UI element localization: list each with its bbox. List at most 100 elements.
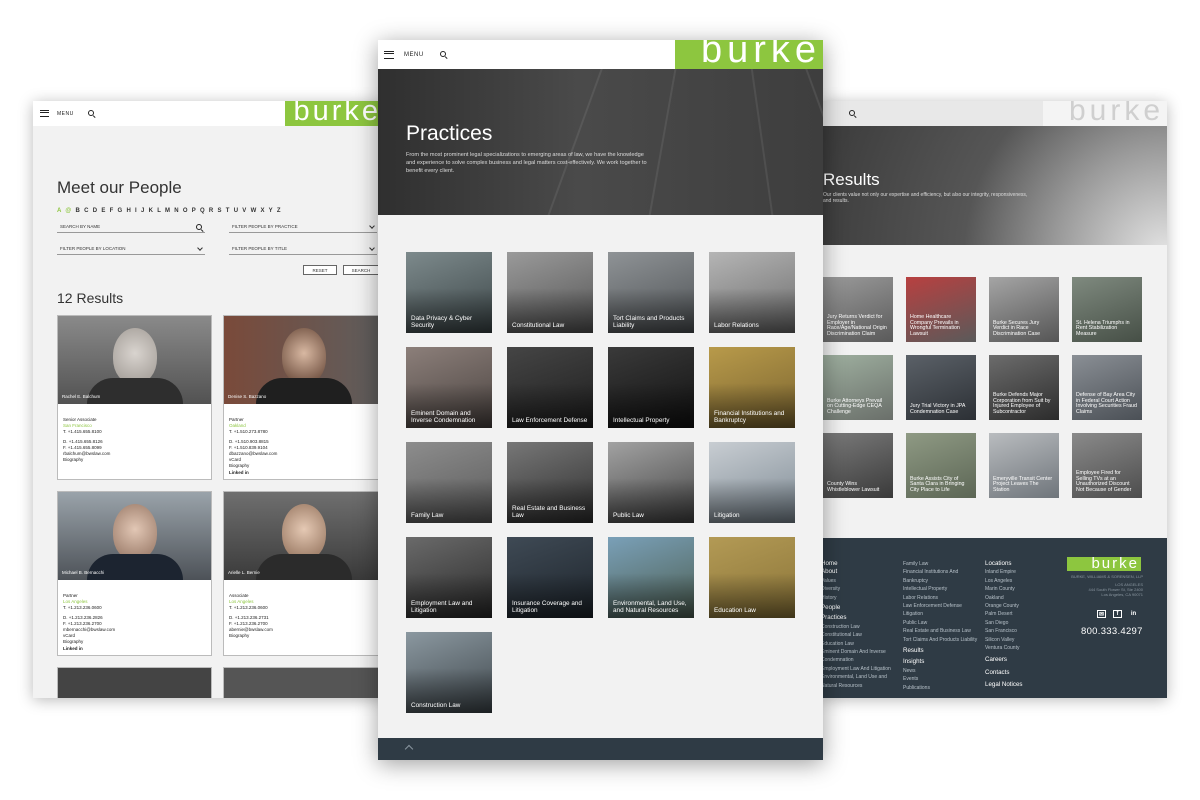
person-name[interactable]: Denise S. Bazzano [228, 394, 266, 399]
footer-location-item[interactable]: Los Angeles [985, 577, 1057, 585]
practice-tile[interactable]: Law Enforcement Defense [507, 347, 593, 428]
practice-tile[interactable]: Labor Relations [709, 252, 795, 333]
person-card[interactable]: Arielle L. Bernie Associate Los Angeles … [223, 491, 385, 656]
result-tile[interactable]: Burke Defends Major Corporation from Sui… [989, 355, 1059, 420]
filter-location-select[interactable]: FILTER PEOPLE BY LOCATION [57, 243, 205, 255]
person-phone-main[interactable]: T. +1.213.236.0600 [63, 605, 115, 611]
linkedin-link[interactable]: Linked in [229, 470, 277, 476]
filter-title-select[interactable]: FILTER PEOPLE BY TITLE [229, 243, 377, 255]
practice-tile[interactable]: Education Law [709, 537, 795, 618]
footer-location-item[interactable]: Silicon Valley [985, 636, 1057, 644]
practice-tile[interactable]: Insurance Coverage and Litigation [507, 537, 593, 618]
filter-practice-select[interactable]: FILTER PEOPLE BY PRACTICE [229, 221, 377, 233]
footer-locations-link[interactable]: Locations [985, 560, 1057, 568]
mail-icon[interactable]: ✉ [1097, 610, 1106, 618]
footer-location-item[interactable]: Oakland [985, 594, 1057, 602]
footer-about-link[interactable]: About [821, 568, 901, 576]
search-button[interactable]: SEARCH [343, 265, 379, 275]
linkedin-icon[interactable]: in [1129, 610, 1138, 618]
practice-tile[interactable]: Constitutional Law [507, 252, 593, 333]
footer-location-item[interactable]: Palm Desert [985, 610, 1057, 618]
menu-label[interactable]: MENU [404, 52, 424, 58]
person-card[interactable]: Rachel E. Balchum Senior Associate San F… [57, 315, 212, 480]
footer-about-item[interactable]: Values [821, 577, 901, 585]
hamburger-icon[interactable] [384, 50, 394, 59]
footer-practice-item[interactable]: Law Enforcement Defense [903, 602, 983, 610]
footer-legal-link[interactable]: Legal Notices [985, 681, 1057, 689]
burke-logo[interactable]: burke [1043, 101, 1167, 126]
result-tile[interactable]: Jury Trial Victory in JPA Condemnation C… [906, 355, 976, 420]
person-bio-link[interactable]: Biography [229, 633, 273, 639]
footer-practice-item[interactable]: Employment Law And Litigation [821, 665, 901, 673]
person-phone-main[interactable]: T. +1.510.273.8780 [229, 429, 277, 435]
footer-practice-item[interactable]: Constitutional Law [821, 631, 901, 639]
menu-label[interactable]: MENU [57, 111, 74, 117]
footer-practice-item[interactable]: Litigation [903, 610, 983, 618]
footer-about-item[interactable]: History [821, 594, 901, 602]
footer-practice-item[interactable]: Labor Relations [903, 594, 983, 602]
search-icon[interactable] [439, 51, 447, 58]
footer-practice-item[interactable]: Financial Institutions And Bankruptcy [903, 568, 983, 585]
footer-location-item[interactable]: Inland Empire [985, 568, 1057, 576]
result-tile[interactable]: County Wins Whistleblower Lawsuit [823, 433, 893, 498]
practice-tile[interactable]: Eminent Domain and Inverse Condemnation [406, 347, 492, 428]
alpha-at[interactable]: @ [65, 208, 72, 214]
footer-people-link[interactable]: People [821, 604, 901, 612]
footer-practices-link[interactable]: Practices [821, 614, 901, 622]
practice-tile[interactable]: Family Law [406, 442, 492, 523]
footer-home-link[interactable]: Home [821, 560, 901, 568]
footer-contacts-link[interactable]: Contacts [985, 669, 1057, 677]
person-phone-main[interactable]: T. +1.213.236.0600 [229, 605, 273, 611]
search-icon[interactable] [87, 110, 95, 117]
search-by-name-input[interactable]: SEARCH BY NAME [57, 221, 205, 233]
practice-tile[interactable]: Employment Law and Litigation [406, 537, 492, 618]
footer-location-item[interactable]: Orange County [985, 602, 1057, 610]
hamburger-icon[interactable] [40, 110, 49, 117]
result-tile[interactable]: Burke Attorneys Prevail on Cutting-Edge … [823, 355, 893, 420]
practice-tile[interactable]: Financial Institutions and Bankruptcy [709, 347, 795, 428]
footer-location-item[interactable]: Ventura County [985, 644, 1057, 652]
practice-tile[interactable]: Data Privacy & Cyber Security [406, 252, 492, 333]
practice-tile[interactable]: Environmental, Land Use, and Natural Res… [608, 537, 694, 618]
person-card[interactable]: Denise S. Bazzano Partner Oakland T. +1.… [223, 315, 385, 480]
practice-tile[interactable]: Tort Claims and Products Liability [608, 252, 694, 333]
footer-practice-item[interactable]: Education Law [821, 640, 901, 648]
footer-phone[interactable]: 800.333.4297 [1081, 626, 1143, 637]
footer-practice-item[interactable]: Intellectual Property [903, 585, 983, 593]
footer-practice-item[interactable]: Construction Law [821, 623, 901, 631]
footer-practice-item[interactable]: Public Law [903, 619, 983, 627]
practice-tile[interactable]: Real Estate and Business Law [507, 442, 593, 523]
person-card[interactable] [57, 667, 212, 698]
practice-tile[interactable]: Intellectual Property [608, 347, 694, 428]
practice-tile[interactable]: Public Law [608, 442, 694, 523]
person-bio-link[interactable]: Biography [63, 457, 110, 463]
footer-logo[interactable]: burke [1067, 556, 1141, 571]
practice-tile[interactable]: Construction Law [406, 632, 492, 713]
burke-logo[interactable]: burke [675, 40, 823, 69]
footer-practice-item[interactable]: Real Estate and Business Law [903, 627, 983, 635]
footer-practice-item[interactable]: Environmental, Land Use and Natural Reso… [821, 673, 901, 690]
person-phone-direct[interactable]: D. +1.213.236.2731 [229, 615, 273, 621]
search-icon[interactable] [849, 110, 856, 117]
footer-practice-item[interactable]: Tort Claims And Products Liability [903, 636, 983, 644]
person-name[interactable]: Rachel E. Balchum [62, 394, 100, 399]
result-tile[interactable]: Emeryville Transit Center Project Leaves… [989, 433, 1059, 498]
linkedin-link[interactable]: Linked in [63, 646, 115, 652]
footer-practice-item[interactable]: Eminent Domain And Inverse Condemnation [821, 648, 901, 665]
search-icon[interactable] [196, 224, 202, 230]
result-tile[interactable]: Burke Secures Jury Verdict in Race Discr… [989, 277, 1059, 342]
footer-careers-link[interactable]: Careers [985, 656, 1057, 664]
footer-about-item[interactable]: Diversity [821, 585, 901, 593]
result-tile[interactable]: Jury Returns Verdict for Employer in Rac… [823, 277, 893, 342]
footer-insight-item[interactable]: Publications [903, 684, 983, 692]
result-tile[interactable]: Home Healthcare Company Prevails in Wron… [906, 277, 976, 342]
person-card[interactable]: Michael B. Bernacchi Partner Los Angeles… [57, 491, 212, 656]
result-tile[interactable]: St. Helena Triumphs in Rent Stabilizatio… [1072, 277, 1142, 342]
result-tile[interactable]: Defense of Bay Area City in Federal Cour… [1072, 355, 1142, 420]
result-tile[interactable]: Burke Assists City of Santa Clara in Bri… [906, 433, 976, 498]
footer-insights-link[interactable]: Insights [903, 658, 983, 666]
practice-tile[interactable]: Litigation [709, 442, 795, 523]
alpha-active[interactable]: A [57, 208, 62, 214]
footer-location-item[interactable]: San Francisco [985, 627, 1057, 635]
footer-insight-item[interactable]: News [903, 667, 983, 675]
